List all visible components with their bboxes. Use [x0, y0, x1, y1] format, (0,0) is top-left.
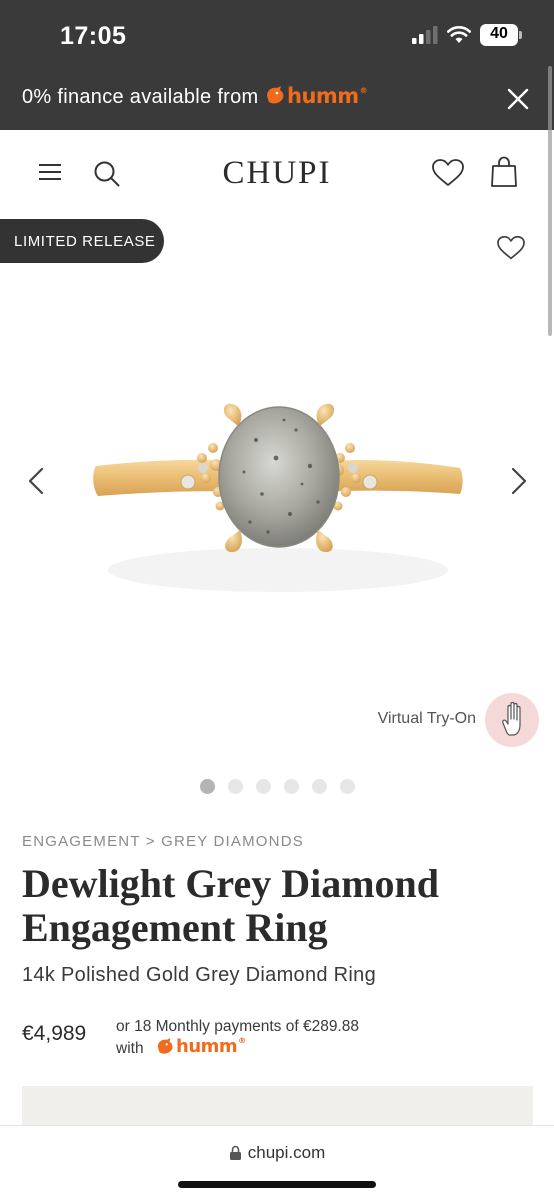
hand-icon: [502, 701, 521, 736]
product-subtitle: 14k Polished Gold Grey Diamond Ring: [22, 964, 377, 986]
lock-icon: [229, 1145, 241, 1160]
humm-installment-logo-mark: ®: [238, 1036, 246, 1045]
close-icon[interactable]: [505, 86, 531, 112]
carousel-dot[interactable]: [255, 779, 271, 794]
humm-installment-logo[interactable]: humm ®: [155, 1036, 246, 1057]
carousel-dot[interactable]: [283, 779, 299, 794]
virtual-tryon-label[interactable]: Virtual Try-On: [378, 710, 476, 728]
humm-installment-logo-text: humm: [176, 1036, 238, 1057]
home-indicator: [178, 1181, 376, 1188]
carousel-dot[interactable]: [227, 779, 243, 794]
heart-outline-icon[interactable]: [496, 235, 526, 261]
finance-banner-text: 0% finance available from: [22, 86, 259, 108]
carousel-dots: [0, 779, 554, 794]
installments-line-1: or 18 Monthly payments of €289.88: [116, 1018, 359, 1035]
virtual-tryon-button[interactable]: [485, 693, 539, 747]
product-image: [93, 403, 463, 592]
url-bar[interactable]: chupi.com: [0, 1143, 554, 1163]
battery-level: 40: [490, 25, 508, 42]
status-icons: 40: [412, 24, 522, 46]
humm-bird-icon: [157, 1037, 173, 1054]
breadcrumb[interactable]: ENGAGEMENT > GREY DIAMONDS: [22, 833, 304, 850]
next-image-arrow-icon[interactable]: [503, 461, 533, 501]
battery-cap: [519, 31, 522, 39]
wifi-icon: [447, 26, 471, 43]
limited-release-badge: LIMITED RELEASE: [0, 219, 164, 263]
humm-logo: humm ®: [264, 84, 368, 108]
bag-icon[interactable]: [490, 156, 518, 188]
status-time: 17:05: [60, 22, 127, 50]
product-title-line-2: Engagement Ring: [22, 905, 328, 950]
carousel-dot[interactable]: [199, 779, 215, 794]
product-title: Dewlight Grey Diamond Engagement Ring: [22, 862, 542, 950]
humm-logo-text: humm: [287, 84, 359, 108]
status-bar: 17:05 40: [0, 0, 554, 66]
humm-bird-icon: [267, 86, 284, 104]
wishlist-heart-icon[interactable]: [431, 158, 465, 188]
battery-icon: 40: [480, 24, 522, 46]
previous-image-arrow-icon[interactable]: [22, 461, 52, 501]
product-price: €4,989: [22, 1022, 87, 1045]
signal-icon: [412, 26, 438, 44]
url-text: chupi.com: [247, 1143, 326, 1162]
humm-logo-mark: ®: [359, 85, 368, 95]
carousel-dot[interactable]: [339, 779, 355, 794]
site-logo[interactable]: CHUPI: [0, 155, 554, 192]
product-title-line-1: Dewlight Grey Diamond: [22, 861, 440, 906]
scrollbar[interactable]: [548, 66, 552, 336]
carousel-dot[interactable]: [311, 779, 327, 794]
